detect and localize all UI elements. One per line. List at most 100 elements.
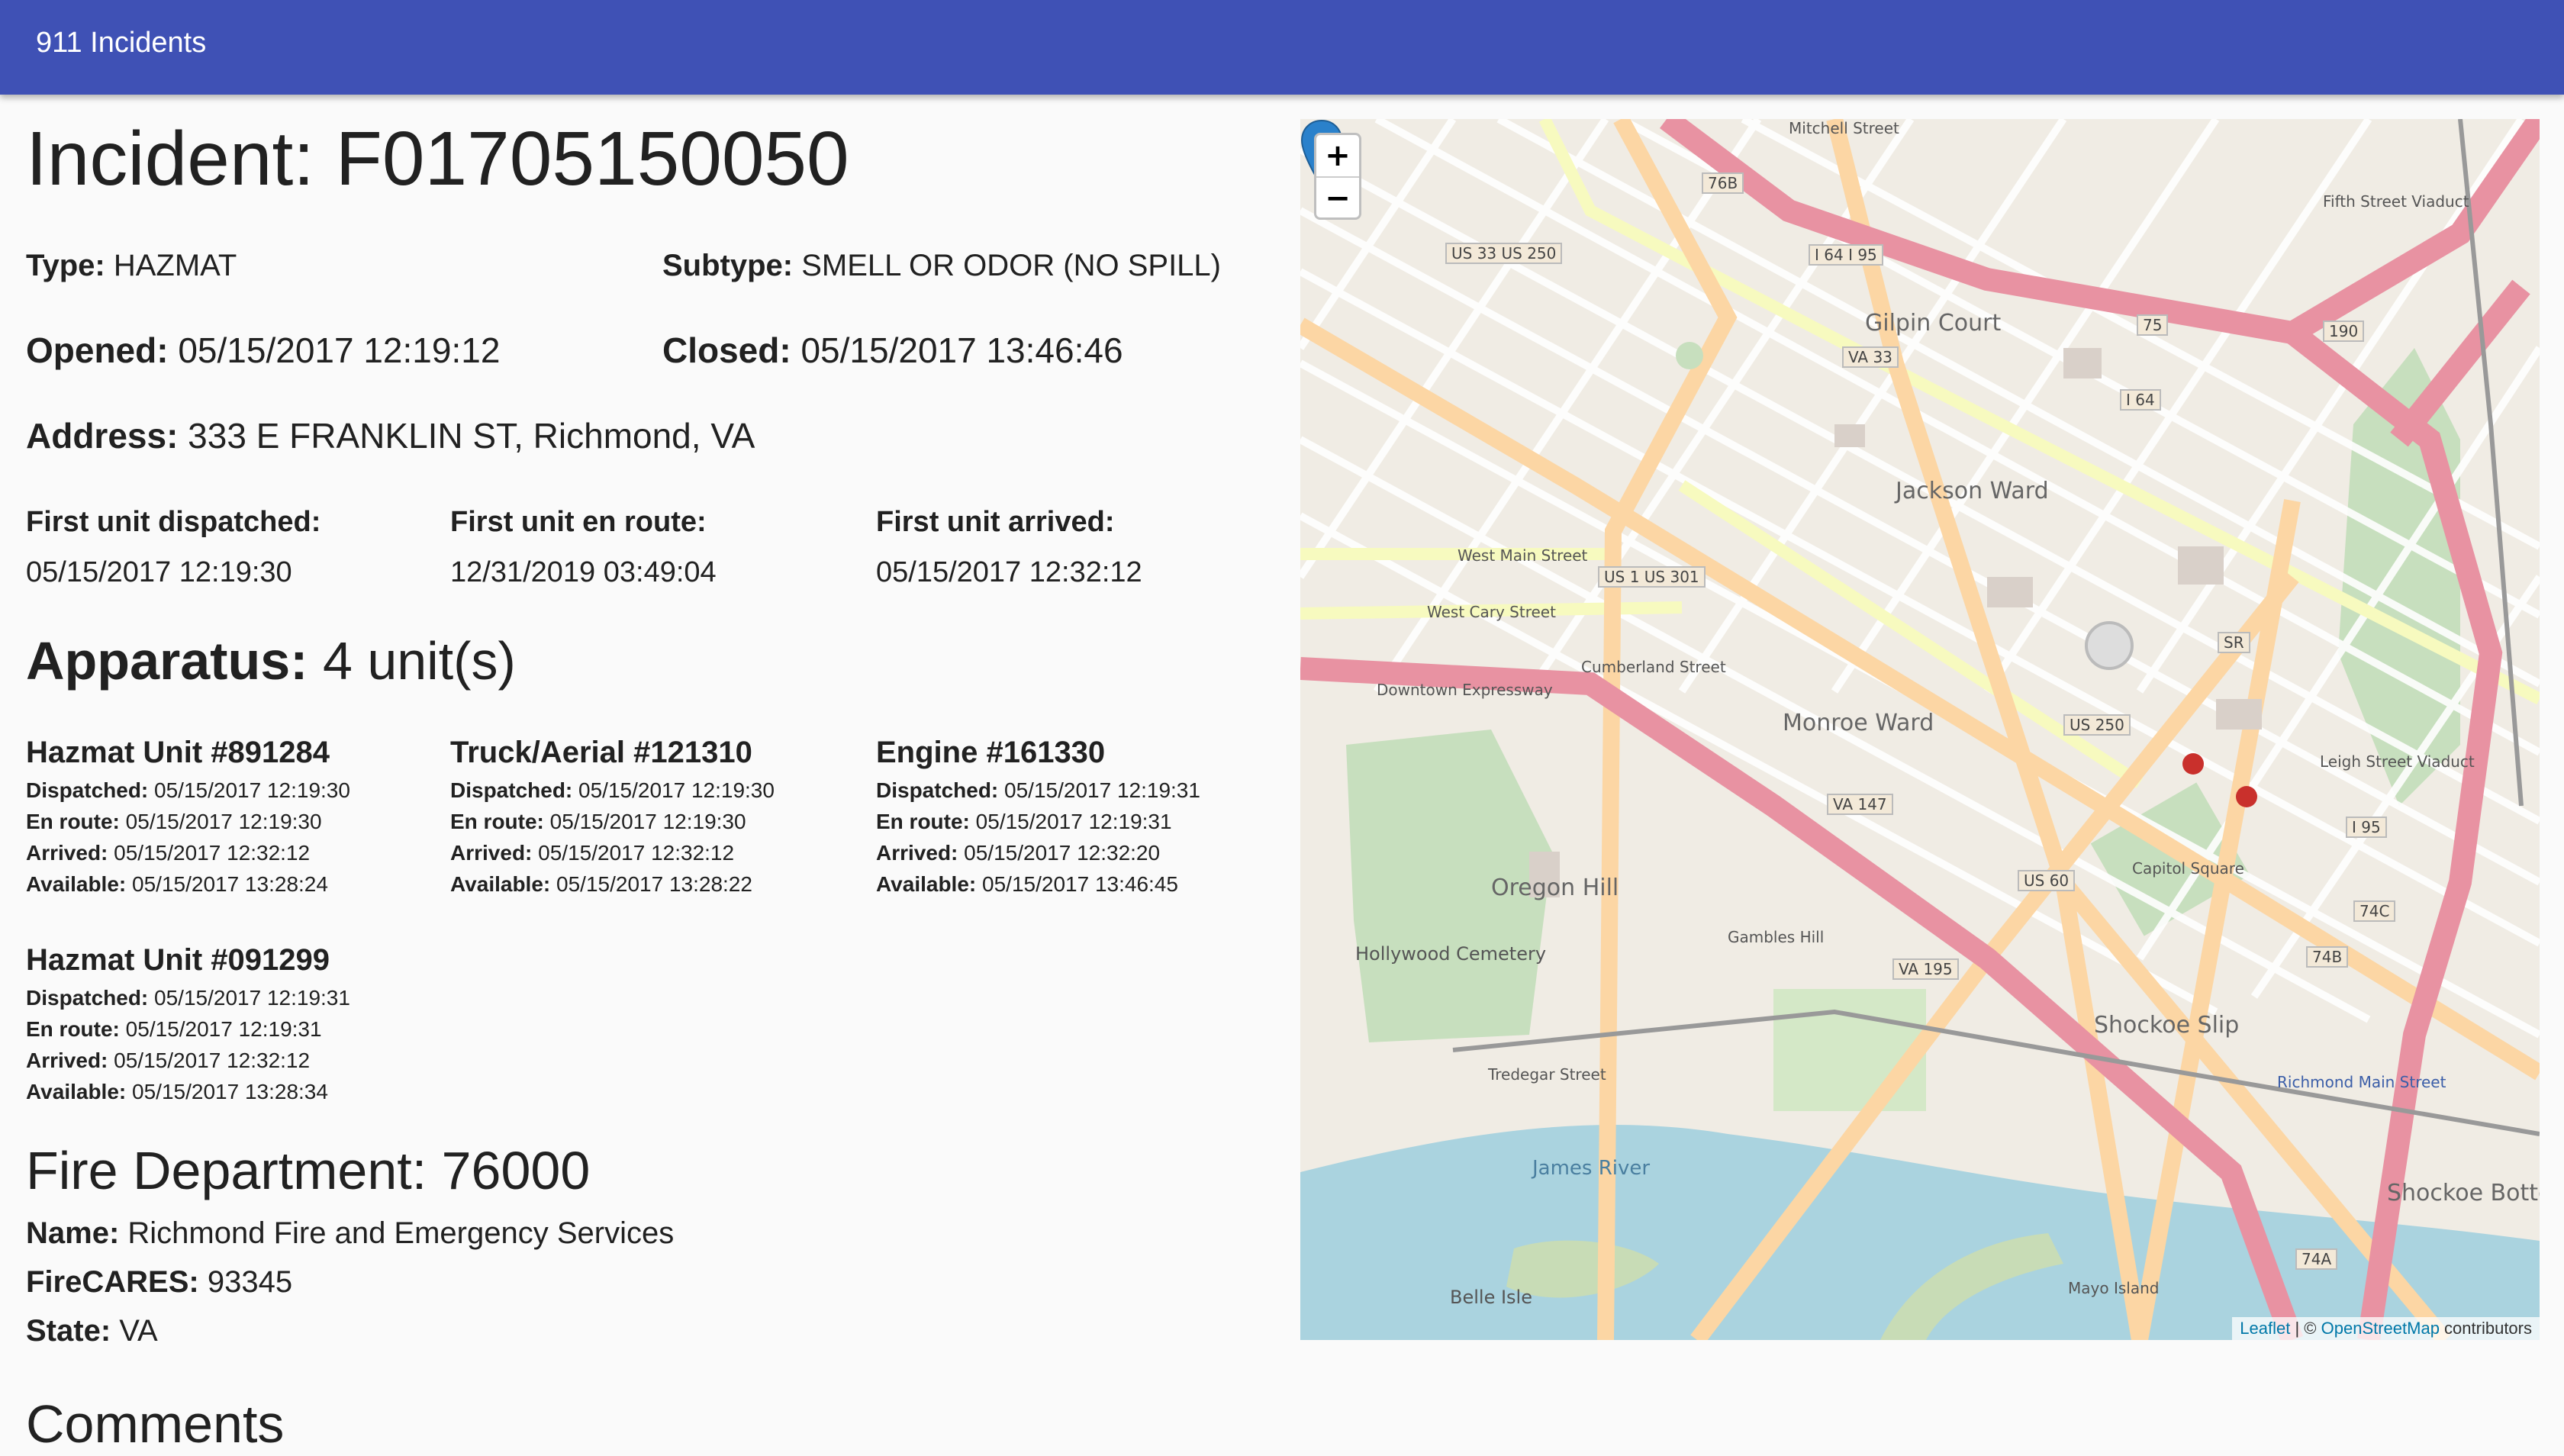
apparatus-heading: Apparatus: 4 unit(s) (26, 629, 516, 693)
unit-dispatched: Dispatched: 05/15/2017 12:19:31 (876, 775, 1288, 806)
road-shield: US 60 (2018, 870, 2076, 891)
map-label: Leigh Street Viaduct (2320, 752, 2475, 771)
firecares-value: 93345 (207, 1265, 293, 1299)
first-enroute: First unit en route: 12/31/2019 03:49:04 (450, 505, 717, 590)
map-label: Shockoe Slip (2094, 1012, 2240, 1039)
opened-label: Opened: (26, 330, 169, 370)
openstreetmap-link[interactable]: OpenStreetMap (2321, 1319, 2440, 1338)
state-value: VA (119, 1314, 158, 1348)
map-label: James River (1532, 1157, 1651, 1180)
type-label: Type: (26, 249, 105, 282)
road-shield: VA 147 (1827, 794, 1893, 815)
unit-card: Hazmat Unit #091299 Dispatched: 05/15/20… (26, 943, 438, 1107)
unit-arrived: Arrived: 05/15/2017 12:32:12 (26, 1045, 438, 1076)
available-value: 05/15/2017 13:46:45 (982, 872, 1178, 896)
dispatched-label: Dispatched: (450, 778, 573, 802)
unit-enroute: En route: 05/15/2017 12:19:31 (26, 1013, 438, 1045)
road-shield: 75 (2137, 314, 2169, 336)
enroute-value: 05/15/2017 12:19:30 (125, 810, 322, 833)
department-name-value: Richmond Fire and Emergency Services (127, 1216, 675, 1250)
map-label: Gambles Hill (1728, 928, 1825, 946)
available-value: 05/15/2017 13:28:22 (556, 872, 752, 896)
road-shield: 76B (1702, 172, 1744, 194)
department-name-label: Name: (26, 1216, 120, 1250)
unit-dispatched: Dispatched: 05/15/2017 12:19:31 (26, 982, 438, 1013)
address-value: 333 E FRANKLIN ST, Richmond, VA (188, 416, 755, 456)
subtype-label: Subtype: (662, 249, 794, 282)
map-label: Monroe Ward (1783, 710, 1934, 736)
unit-available: Available: 05/15/2017 13:28:22 (450, 868, 862, 900)
firecares-label: FireCARES: (26, 1265, 199, 1299)
arrived-value: 05/15/2017 12:32:12 (114, 1049, 311, 1072)
map-label: Oregon Hill (1491, 875, 1619, 901)
unit-available: Available: 05/15/2017 13:46:45 (876, 868, 1288, 900)
enroute-label: En route: (26, 1017, 120, 1041)
incident-map[interactable]: Gilpin Court Jackson Ward Monroe Ward Or… (1300, 119, 2540, 1340)
map-label: Shockoe Bottom (2387, 1180, 2540, 1206)
unit-dispatched: Dispatched: 05/15/2017 12:19:30 (450, 775, 862, 806)
enroute-value: 05/15/2017 12:19:30 (549, 810, 746, 833)
arrived-value: 05/15/2017 12:32:12 (114, 841, 311, 865)
road-shield: 74A (2295, 1248, 2338, 1270)
subtype-row: Subtype: SMELL OR ODOR (NO SPILL) (662, 247, 1221, 284)
map-label: Mitchell Street (1789, 119, 1899, 137)
department-name-row: Name: Richmond Fire and Emergency Servic… (26, 1215, 674, 1251)
attribution-separator: | © (2290, 1319, 2321, 1338)
road-shield: 74B (2306, 946, 2349, 968)
type-value: HAZMAT (113, 249, 237, 282)
comments-heading: Comments (26, 1394, 285, 1454)
closed-row: Closed: 05/15/2017 13:46:46 (662, 330, 1123, 372)
first-dispatched-label: First unit dispatched: (26, 506, 321, 538)
map-label: Jackson Ward (1896, 478, 2049, 504)
map-label: Cumberland Street (1581, 658, 1726, 676)
first-dispatched-value: 05/15/2017 12:19:30 (26, 556, 292, 588)
arrived-value: 05/15/2017 12:32:12 (538, 841, 735, 865)
enroute-value: 05/15/2017 12:19:31 (125, 1017, 322, 1041)
arrived-label: Arrived: (26, 841, 108, 865)
road-shield: 74C (2353, 900, 2396, 922)
available-label: Available: (450, 872, 551, 896)
road-shield: US 1 US 301 (1598, 566, 1706, 588)
closed-label: Closed: (662, 330, 791, 370)
road-shield: US 33 US 250 (1445, 243, 1563, 264)
road-shield: I 95 (2346, 817, 2387, 838)
dispatched-value: 05/15/2017 12:19:30 (154, 778, 350, 802)
apparatus-count: 4 unit(s) (322, 631, 516, 691)
arrived-label: Arrived: (450, 841, 533, 865)
unit-name: Hazmat Unit #891284 (26, 736, 330, 769)
unit-card: Truck/Aerial #121310 Dispatched: 05/15/2… (450, 736, 862, 900)
road-shield: SR (2218, 632, 2250, 653)
unit-arrived: Arrived: 05/15/2017 12:32:20 (876, 837, 1288, 868)
map-label: Downtown Expressway (1377, 681, 1553, 699)
map-attribution: Leaflet | © OpenStreetMap contributors (2232, 1317, 2540, 1340)
available-label: Available: (26, 872, 127, 896)
zoom-in-button[interactable]: + (1316, 135, 1359, 176)
leaflet-link[interactable]: Leaflet (2240, 1319, 2290, 1338)
first-dispatched: First unit dispatched: 05/15/2017 12:19:… (26, 505, 320, 590)
first-enroute-label: First unit en route: (450, 506, 707, 538)
map-label: West Main Street (1458, 546, 1588, 565)
subtype-value: SMELL OR ODOR (NO SPILL) (801, 249, 1221, 282)
unit-name: Truck/Aerial #121310 (450, 736, 752, 769)
zoom-out-button[interactable]: − (1316, 176, 1359, 219)
first-arrived-value: 05/15/2017 12:32:12 (876, 556, 1142, 588)
enroute-label: En route: (450, 810, 544, 833)
address-label: Address: (26, 416, 179, 456)
app-title[interactable]: 911 Incidents (36, 27, 206, 60)
map-label: Gilpin Court (1865, 310, 2002, 337)
unit-name: Engine #161330 (876, 736, 1106, 769)
dispatched-value: 05/15/2017 12:19:30 (578, 778, 775, 802)
map-label: Richmond Main Street (2277, 1073, 2446, 1091)
road-shield: VA 33 (1842, 346, 1899, 368)
unit-enroute: En route: 05/15/2017 12:19:30 (450, 806, 862, 837)
unit-card: Engine #161330 Dispatched: 05/15/2017 12… (876, 736, 1288, 900)
unit-available: Available: 05/15/2017 13:28:24 (26, 868, 438, 900)
arrived-label: Arrived: (26, 1049, 108, 1072)
road-shield: 190 (2323, 321, 2365, 342)
enroute-label: En route: (876, 810, 970, 833)
apparatus-label: Apparatus: (26, 631, 308, 691)
type-row: Type: HAZMAT (26, 247, 237, 284)
first-arrived: First unit arrived: 05/15/2017 12:32:12 (876, 505, 1142, 590)
dispatched-value: 05/15/2017 12:19:31 (1004, 778, 1200, 802)
dispatched-label: Dispatched: (876, 778, 999, 802)
